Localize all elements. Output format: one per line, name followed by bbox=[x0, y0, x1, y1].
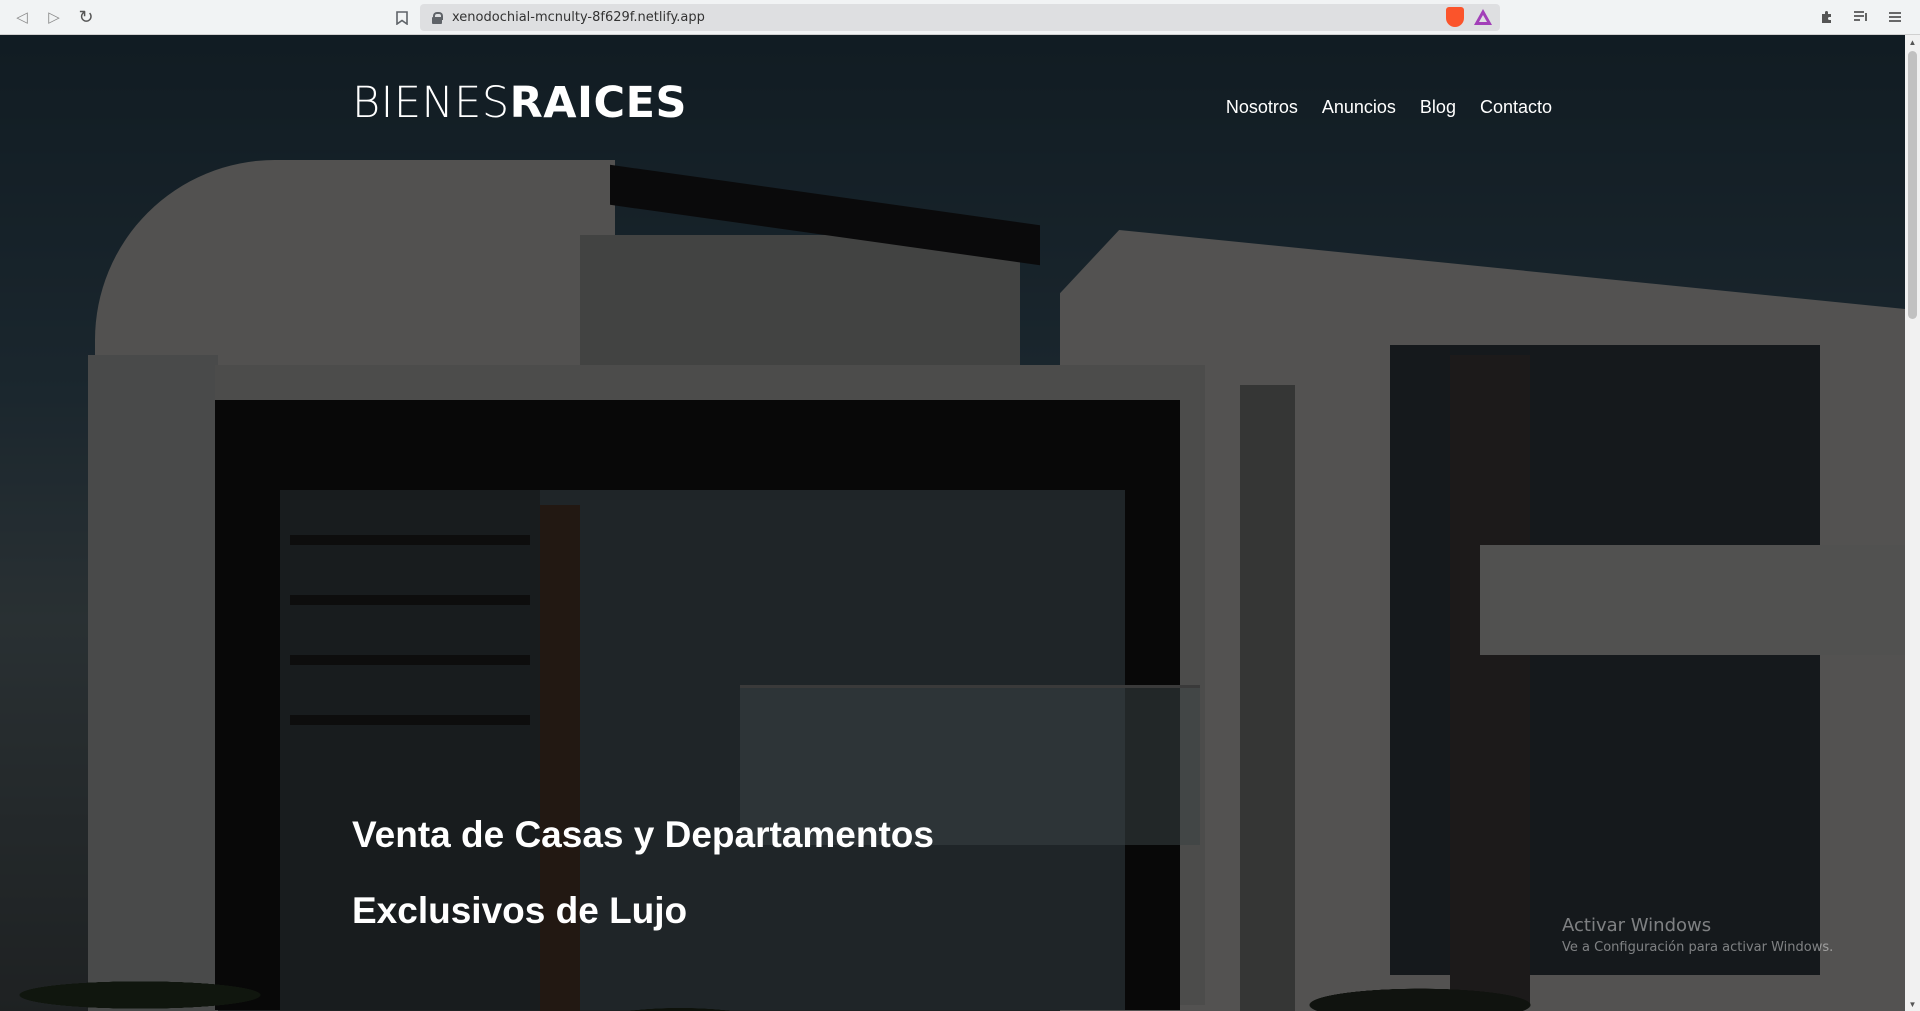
brave-shield-icon[interactable] bbox=[1446, 7, 1464, 27]
reload-icon[interactable]: ↻ bbox=[72, 3, 100, 31]
hero-title: Venta de Casas y Departamentos Exclusivo… bbox=[352, 814, 934, 931]
nav-link-blog[interactable]: Blog bbox=[1420, 97, 1456, 118]
nav-link-contacto[interactable]: Contacto bbox=[1480, 97, 1552, 118]
extensions-puzzle-icon[interactable] bbox=[1814, 4, 1840, 30]
toolbar-right bbox=[1814, 4, 1908, 30]
address-bar[interactable]: xenodochial-mcnulty-8f629f.netlify.app bbox=[420, 4, 1500, 31]
bookmark-icon[interactable] bbox=[388, 4, 416, 32]
brave-rewards-icon[interactable] bbox=[1474, 9, 1492, 25]
browser-toolbar: ◁ ▷ ↻ xenodochial-mcnulty-8f629f.netlify… bbox=[0, 0, 1920, 35]
logo-text-bold: RAICES bbox=[509, 78, 687, 128]
page-viewport: BIENESRAICES Nosotros Anuncios Blog Cont… bbox=[0, 35, 1905, 1011]
back-arrow-icon[interactable]: ◁ bbox=[8, 3, 36, 31]
url-text: xenodochial-mcnulty-8f629f.netlify.app bbox=[452, 10, 705, 25]
lock-icon bbox=[432, 11, 443, 24]
main-nav: Nosotros Anuncios Blog Contacto bbox=[1226, 97, 1552, 118]
windows-activation-watermark: Activar Windows Ve a Configuración para … bbox=[1562, 915, 1833, 955]
menu-hamburger-icon[interactable] bbox=[1882, 4, 1908, 30]
scroll-up-arrow-icon[interactable]: ▲ bbox=[1905, 35, 1920, 49]
nav-buttons: ◁ ▷ ↻ bbox=[8, 3, 100, 31]
watermark-subtitle: Ve a Configuración para activar Windows. bbox=[1562, 940, 1834, 955]
nav-link-anuncios[interactable]: Anuncios bbox=[1322, 97, 1396, 118]
site-logo[interactable]: BIENESRAICES bbox=[352, 78, 687, 128]
logo-text-light: BIENES bbox=[352, 78, 510, 128]
scroll-down-arrow-icon[interactable]: ▼ bbox=[1905, 997, 1920, 1011]
watermark-title: Activar Windows bbox=[1562, 915, 1712, 936]
site-header: BIENESRAICES Nosotros Anuncios Blog Cont… bbox=[352, 78, 1552, 148]
scroll-thumb[interactable] bbox=[1908, 51, 1917, 319]
nav-link-nosotros[interactable]: Nosotros bbox=[1226, 97, 1298, 118]
forward-arrow-icon[interactable]: ▷ bbox=[40, 3, 68, 31]
page-scrollbar[interactable]: ▲ ▼ bbox=[1905, 35, 1920, 1011]
playlist-icon[interactable] bbox=[1848, 4, 1874, 30]
